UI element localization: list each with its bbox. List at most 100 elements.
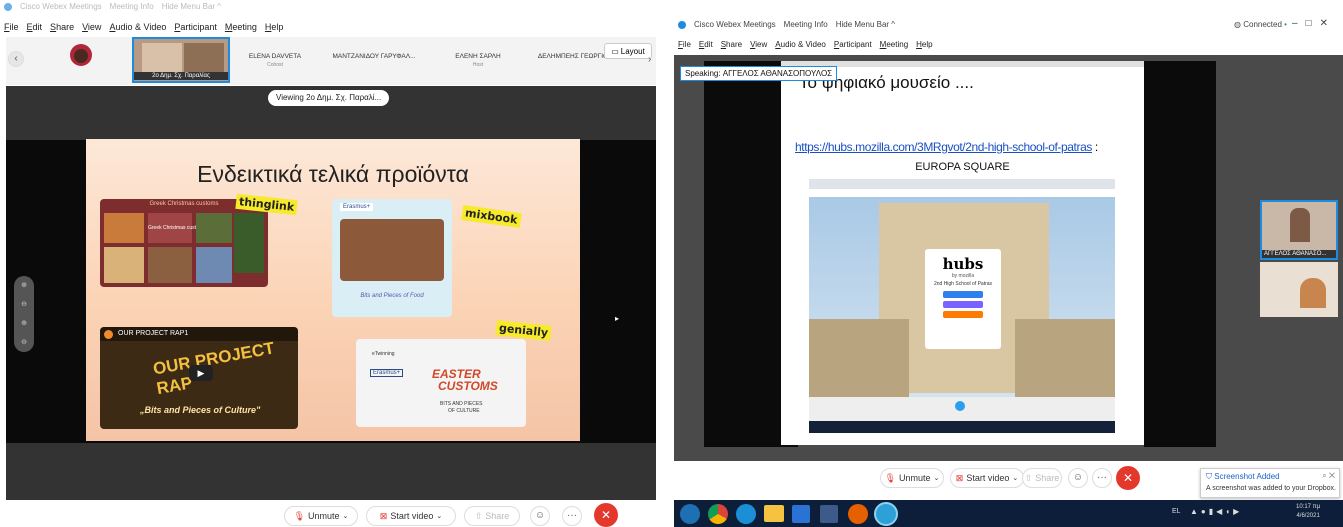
strip-next-icon[interactable]: › xyxy=(648,54,651,65)
leave-meeting-button[interactable]: ✕ xyxy=(594,503,618,527)
play-icon[interactable]: ▶ xyxy=(189,365,213,381)
participant-name: ELENA DAVVETA xyxy=(248,53,302,60)
participant-tile-mantzanidou[interactable]: ΜΑΝΤΖΑΝΙΔΟΥ ΓΑΡΥΦΑΛ... xyxy=(324,37,424,83)
tray-icons[interactable]: ▲●▮◀◖▶ xyxy=(1190,507,1242,516)
participant-tile-elena[interactable]: ELENA DAVVETA Cohost xyxy=(240,37,310,83)
more-options-icon[interactable]: ··· xyxy=(562,506,582,526)
unmute-button[interactable]: 🎙 Unmute ⌄ xyxy=(284,506,358,526)
hide-menubar-link[interactable]: Hide Menu Bar ^ xyxy=(836,20,895,29)
viewing-pill: Viewing 2ο Δημ. Σχ. Παραλί... xyxy=(268,90,390,106)
meeting-info-link[interactable]: Meeting Info xyxy=(110,2,154,11)
participant-name: ΜΑΝΤΖΑΝΙΔΟΥ ΓΑΡΥΦΑΛ... xyxy=(332,53,416,60)
meeting-info-link[interactable]: Meeting Info xyxy=(784,20,828,29)
participant-tile-active[interactable]: 2ο Δημ. Σχ. Παραλίας xyxy=(132,37,230,83)
app-icon-doc[interactable] xyxy=(820,505,838,523)
zoom-controls[interactable]: ⊕ ⊖ ⊕ ⊖ xyxy=(14,276,34,352)
start-video-button[interactable]: ⊠ Start video ⌄ xyxy=(366,506,456,526)
app-icon-blue[interactable] xyxy=(792,505,810,523)
unmute-label: Unmute xyxy=(308,511,340,521)
connected-label: Connected xyxy=(1243,20,1282,29)
hubs-dialog: hubs by mozilla 2nd High School of Patra… xyxy=(925,249,1001,349)
youtube-video[interactable]: OUR PROJECT RAP1 OUR PROJECT RAP ▶ „Bits… xyxy=(100,327,298,429)
tray-clock[interactable]: 10:17 πμ 4/6/2021 xyxy=(1296,503,1320,521)
menu-edit[interactable]: Edit xyxy=(699,40,713,54)
viewing-label: Viewing 2ο Δημ. Σχ. Παραλί... xyxy=(276,93,382,102)
toast-close-icon[interactable]: ⌕ ✕ xyxy=(1322,471,1335,481)
menu-share[interactable]: Share xyxy=(721,40,742,54)
menu-help[interactable]: Help xyxy=(265,22,284,36)
dropbox-toast[interactable]: ⛉ Screenshot Added A screenshot was adde… xyxy=(1200,468,1340,498)
hide-menubar-link[interactable]: Hide Menu Bar ^ xyxy=(162,2,221,11)
tray-time: 10:17 πμ xyxy=(1296,504,1321,510)
menu-share[interactable]: Share xyxy=(50,22,74,36)
menu-audio-video[interactable]: Audio & Video xyxy=(109,22,166,36)
video-title: OUR PROJECT RAP1 xyxy=(118,330,189,337)
participant-strip: ‹ 2ο Δημ. Σχ. Παραλίας ELENA DAVVETA Coh… xyxy=(6,37,656,85)
menu-file[interactable]: File xyxy=(4,22,19,36)
app-title: Cisco Webex Meetings xyxy=(694,20,776,29)
start-video-label: Start video xyxy=(390,511,434,521)
speaking-label: Speaking: ΑΓΓΕΛΟΣ ΑΘΑΝΑΣΟΠΟΥΛΟΣ xyxy=(685,69,833,78)
menu-help[interactable]: Help xyxy=(916,40,932,54)
participant-tile-avatar[interactable] xyxy=(50,37,110,83)
remote-video-tile[interactable] xyxy=(1260,262,1338,317)
webex-app-icon xyxy=(678,20,686,29)
menu-meeting[interactable]: Meeting xyxy=(880,40,908,54)
hubs-more-button[interactable] xyxy=(943,311,983,318)
video-overlay-title: OUR PROJECT RAP xyxy=(151,338,276,399)
menu-audio-video[interactable]: Audio & Video xyxy=(775,40,826,54)
firefox-icon[interactable] xyxy=(848,504,868,524)
start-icon[interactable] xyxy=(680,504,700,524)
slide-title: Ενδεικτικά τελικά προϊόντα xyxy=(197,161,469,187)
edge-icon[interactable] xyxy=(736,504,756,524)
hubs-bottom-icon[interactable] xyxy=(955,401,965,411)
stage-black-right xyxy=(1144,61,1216,447)
hubs-link[interactable]: https://hubs.mozilla.com/3MRgvot/2nd-hig… xyxy=(795,140,1098,154)
etwinning-label: eTwinning xyxy=(372,351,395,357)
folder-icon[interactable] xyxy=(764,505,784,522)
participant-tile-sarli[interactable]: ΕΛΕΝΗ ΣΑΡΛΗ Host xyxy=(438,37,518,83)
share-icon: ⇧ xyxy=(474,510,483,521)
hubs-by: by mozilla xyxy=(951,273,975,279)
self-video-tile[interactable]: ΑΓΓΕΛΟΣ ΑΘΑΝΑΣΟ... xyxy=(1260,200,1338,260)
leave-meeting-button[interactable]: ✕ xyxy=(1116,466,1140,490)
left-menubar: File Edit Share View Audio & Video Parti… xyxy=(0,22,656,36)
tray-lang[interactable]: EL xyxy=(1172,508,1181,515)
slide-subtitle: EUROPA SQUARE xyxy=(915,161,1010,173)
start-video-button[interactable]: ⊠ Start video ⌄ xyxy=(950,468,1024,488)
bits-food-caption: Bits and Pieces of Food xyxy=(360,293,424,299)
chevron-down-icon: ⌄ xyxy=(1012,475,1019,482)
reactions-icon[interactable]: ☺ xyxy=(1068,468,1088,488)
menu-view[interactable]: View xyxy=(750,40,767,54)
erasmus-label-2: Erasmus+ xyxy=(370,369,404,377)
hubs-url[interactable]: https://hubs.mozilla.com/3MRgvot/2nd-hig… xyxy=(795,140,1092,154)
shared-slide: Ενδεικτικά τελικά προϊόντα Greek Christm… xyxy=(86,139,580,441)
more-options-icon[interactable]: ··· xyxy=(1092,468,1112,488)
webex-taskbar-icon[interactable] xyxy=(874,502,898,526)
menu-participant[interactable]: Participant xyxy=(174,22,217,36)
menu-edit[interactable]: Edit xyxy=(27,22,43,36)
hubs-spectate-button[interactable] xyxy=(943,301,983,308)
shared-slide: Το ψηφιακό μουσείο .... https://hubs.moz… xyxy=(781,61,1144,445)
menu-view[interactable]: View xyxy=(82,22,101,36)
layout-button[interactable]: ▭ Layout xyxy=(604,43,652,59)
menu-participant[interactable]: Participant xyxy=(834,40,872,54)
reactions-icon[interactable]: ☺ xyxy=(530,506,550,526)
menu-file[interactable]: File xyxy=(678,40,691,54)
easter-title-2: CUSTOMS xyxy=(438,379,498,393)
strip-prev-icon[interactable]: ‹ xyxy=(8,51,24,67)
video-off-icon: ⊠ xyxy=(379,510,388,521)
chrome-icon[interactable] xyxy=(708,504,728,524)
connection-status: ◍ Connected • xyxy=(1234,20,1287,29)
browser-addressbar xyxy=(809,189,1115,197)
hubs-join-button[interactable] xyxy=(943,291,983,298)
share-label: Share xyxy=(1035,473,1060,483)
unmute-button[interactable]: 🎙 Unmute ⌄ xyxy=(880,468,944,488)
share-button[interactable]: ⇧ Share xyxy=(1022,468,1062,488)
window-controls[interactable]: –□✕ xyxy=(1292,18,1336,29)
browser-tabs xyxy=(809,179,1115,189)
menu-meeting[interactable]: Meeting xyxy=(225,22,257,36)
hubs-room-name: 2nd High School of Patras xyxy=(933,281,993,287)
toast-body: A screenshot was added to your Dropbox. xyxy=(1206,485,1336,492)
share-button[interactable]: ⇧ Share xyxy=(464,506,520,526)
